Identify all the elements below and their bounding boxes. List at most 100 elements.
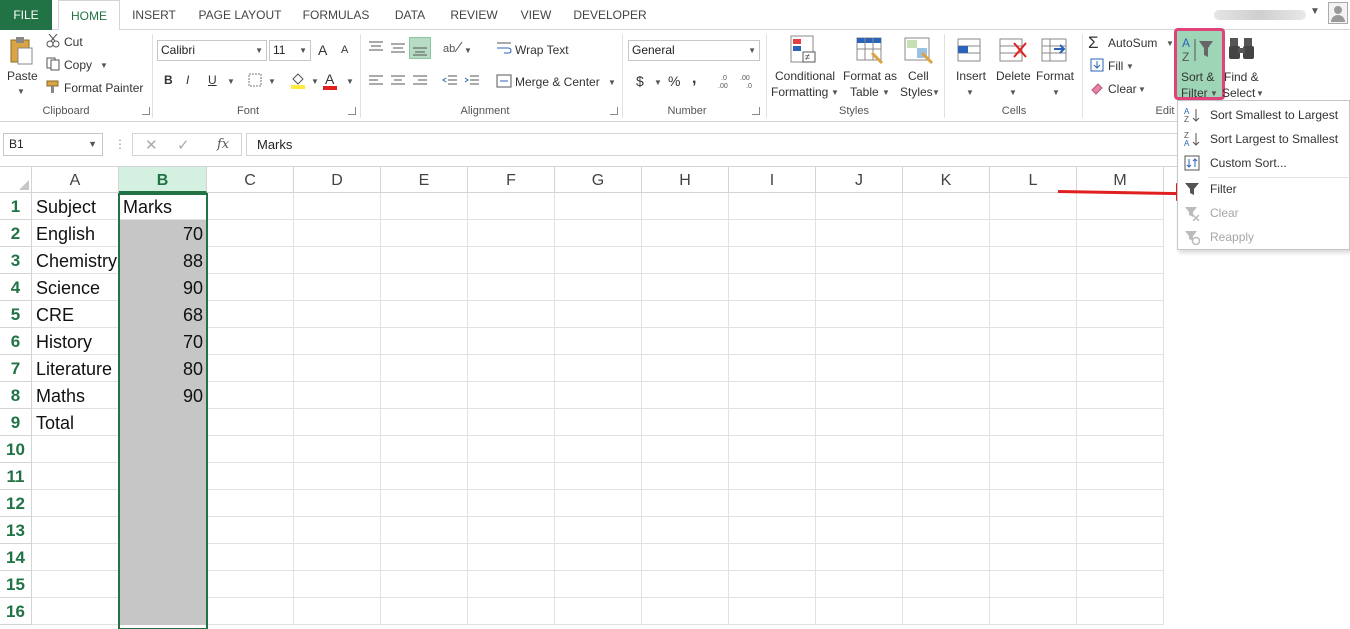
chevron-down-icon[interactable]: ▼ [227, 77, 235, 86]
cell-f3[interactable] [468, 247, 555, 274]
row-header-7[interactable]: 7 [0, 355, 32, 382]
cell-b10[interactable] [119, 436, 207, 463]
cell-k6[interactable] [903, 328, 990, 355]
cell-d1[interactable] [294, 193, 381, 220]
cell-k14[interactable] [903, 544, 990, 571]
increase-decimal-icon[interactable]: .0.00 [718, 73, 736, 92]
cell-k16[interactable] [903, 598, 990, 625]
cell-e8[interactable] [381, 382, 468, 409]
format-painter-button[interactable]: Format Painter [64, 81, 143, 95]
column-header-a[interactable]: A [32, 167, 119, 193]
cell-m5[interactable] [1077, 301, 1164, 328]
cell-c6[interactable] [207, 328, 294, 355]
formula-bar-grip-icon[interactable]: ⋮ [114, 137, 126, 151]
row-header-3[interactable]: 3 [0, 247, 32, 274]
chevron-down-icon[interactable]: ▼ [100, 61, 108, 70]
cell-styles-button[interactable]: Cell [908, 69, 929, 83]
cell-i4[interactable] [729, 274, 816, 301]
chevron-down-icon[interactable]: ▼ [311, 77, 319, 86]
cell-l15[interactable] [990, 571, 1077, 598]
cell-c4[interactable] [207, 274, 294, 301]
tab-formulas[interactable]: FORMULAS [298, 0, 374, 30]
cell-m16[interactable] [1077, 598, 1164, 625]
cell-h6[interactable] [642, 328, 729, 355]
column-header-f[interactable]: F [468, 167, 555, 193]
cell-d13[interactable] [294, 517, 381, 544]
align-left-icon[interactable] [368, 74, 384, 91]
cell-g8[interactable] [555, 382, 642, 409]
cell-g6[interactable] [555, 328, 642, 355]
cell-h13[interactable] [642, 517, 729, 544]
menu-item-reapply[interactable]: Reapply [1178, 225, 1350, 249]
conditional-formatting-button[interactable]: Conditional [775, 69, 835, 83]
chevron-down-icon[interactable]: ▼ [1256, 89, 1264, 98]
column-header-k[interactable]: K [903, 167, 990, 193]
cell-h16[interactable] [642, 598, 729, 625]
cell-j1[interactable] [816, 193, 903, 220]
column-header-b[interactable]: B [119, 167, 207, 193]
cell-d4[interactable] [294, 274, 381, 301]
cell-k3[interactable] [903, 247, 990, 274]
row-header-13[interactable]: 13 [0, 517, 32, 544]
cell-l3[interactable] [990, 247, 1077, 274]
menu-item-filter[interactable]: Filter [1178, 177, 1350, 201]
cell-d3[interactable] [294, 247, 381, 274]
cell-e16[interactable] [381, 598, 468, 625]
cell-b13[interactable] [119, 517, 207, 544]
cell-g15[interactable] [555, 571, 642, 598]
cell-j8[interactable] [816, 382, 903, 409]
cell-e3[interactable] [381, 247, 468, 274]
row-header-6[interactable]: 6 [0, 328, 32, 355]
tab-data[interactable]: DATA [388, 0, 432, 30]
cell-f7[interactable] [468, 355, 555, 382]
fill-color-icon[interactable] [290, 71, 306, 92]
cell-h12[interactable] [642, 490, 729, 517]
cell-e7[interactable] [381, 355, 468, 382]
cell-j2[interactable] [816, 220, 903, 247]
cell-f5[interactable] [468, 301, 555, 328]
row-header-15[interactable]: 15 [0, 571, 32, 598]
chevron-down-icon[interactable]: ▼ [268, 77, 276, 86]
cell-d15[interactable] [294, 571, 381, 598]
cell-d12[interactable] [294, 490, 381, 517]
column-header-i[interactable]: I [729, 167, 816, 193]
select-all-button[interactable] [0, 167, 32, 193]
cell-c3[interactable] [207, 247, 294, 274]
cell-f13[interactable] [468, 517, 555, 544]
cell-c5[interactable] [207, 301, 294, 328]
cell-f1[interactable] [468, 193, 555, 220]
cell-l10[interactable] [990, 436, 1077, 463]
cell-d14[interactable] [294, 544, 381, 571]
cell-c15[interactable] [207, 571, 294, 598]
cell-h2[interactable] [642, 220, 729, 247]
cell-e15[interactable] [381, 571, 468, 598]
cell-g14[interactable] [555, 544, 642, 571]
cell-h3[interactable] [642, 247, 729, 274]
cell-a13[interactable] [32, 517, 119, 544]
column-header-d[interactable]: D [294, 167, 381, 193]
column-header-m[interactable]: M [1077, 167, 1164, 193]
merge-center-button[interactable]: Merge & Center [515, 75, 600, 89]
cell-i8[interactable] [729, 382, 816, 409]
copy-button[interactable]: Copy [64, 58, 92, 72]
cell-i7[interactable] [729, 355, 816, 382]
cell-m3[interactable] [1077, 247, 1164, 274]
cell-m9[interactable] [1077, 409, 1164, 436]
cell-b6[interactable]: 70 [119, 328, 207, 355]
cell-i10[interactable] [729, 436, 816, 463]
chevron-down-icon[interactable]: ▼ [17, 87, 25, 96]
cell-c7[interactable] [207, 355, 294, 382]
format-cells-button[interactable]: Format [1036, 69, 1074, 83]
cell-h1[interactable] [642, 193, 729, 220]
chevron-down-icon[interactable]: ▼ [966, 88, 974, 97]
insert-cells-button[interactable]: Insert [956, 69, 986, 83]
cell-l5[interactable] [990, 301, 1077, 328]
cell-h5[interactable] [642, 301, 729, 328]
menu-item-clear[interactable]: Clear [1178, 201, 1350, 225]
conditional-formatting-label2[interactable]: Formatting [771, 85, 828, 99]
cell-c1[interactable] [207, 193, 294, 220]
chevron-down-icon[interactable]: ▼ [831, 88, 839, 97]
cell-a7[interactable]: Literature [32, 355, 119, 382]
cell-e1[interactable] [381, 193, 468, 220]
font-size-select[interactable]: 11 ▼ [269, 40, 311, 61]
